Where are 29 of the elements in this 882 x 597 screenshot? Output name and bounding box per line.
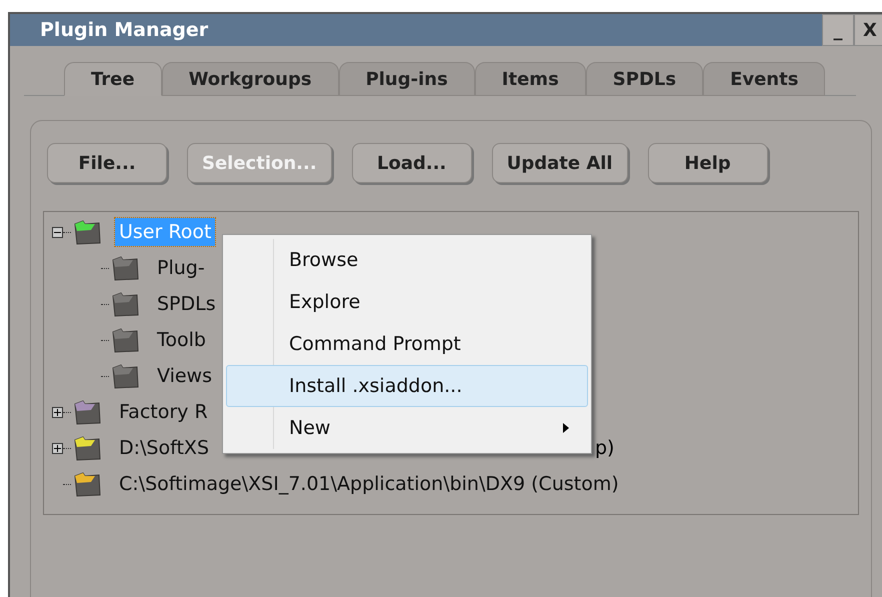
toolbar-button[interactable]: Help [648,143,768,183]
menu-item[interactable]: Browse [226,239,588,281]
tree-item[interactable]: D:\SoftXS [115,434,213,462]
tab[interactable]: Tree [64,62,162,96]
expand-toggle[interactable] [52,406,63,418]
menu-item[interactable]: Explore [226,281,588,323]
tab[interactable]: Events [703,62,826,96]
menu-item[interactable]: Install .xsiaddon... [226,365,588,407]
tab[interactable]: Items [474,62,586,96]
menu-item[interactable]: New [226,407,588,449]
tab[interactable]: Workgroups [162,62,339,96]
expand-toggle[interactable] [52,442,63,454]
minimize-button[interactable]: _ [822,14,854,46]
tree-item[interactable]: C:\Softimage\XSI_7.01\Application\bin\DX9 (Custom) [115,470,623,498]
tab[interactable]: Plug-ins [338,62,475,96]
toolbar-button[interactable]: File... [47,143,167,183]
tree-item[interactable]: Toolb [153,326,210,354]
collapse-toggle[interactable] [52,226,63,238]
tree-item-text: p) [595,436,614,461]
tab[interactable]: SPDLs [586,62,704,96]
tree-item[interactable]: SPDLs [153,290,220,318]
toolbar-button[interactable]: Update All [492,143,628,183]
tree-item[interactable]: Views [153,362,216,390]
tree-item[interactable]: Factory R [115,398,212,426]
window-title: Plugin Manager [40,18,208,43]
tree-item[interactable]: Plug- [153,254,209,282]
close-button[interactable]: X [854,14,882,46]
menu-item[interactable]: Command Prompt [226,323,588,365]
toolbar-button[interactable]: Load... [352,143,472,183]
